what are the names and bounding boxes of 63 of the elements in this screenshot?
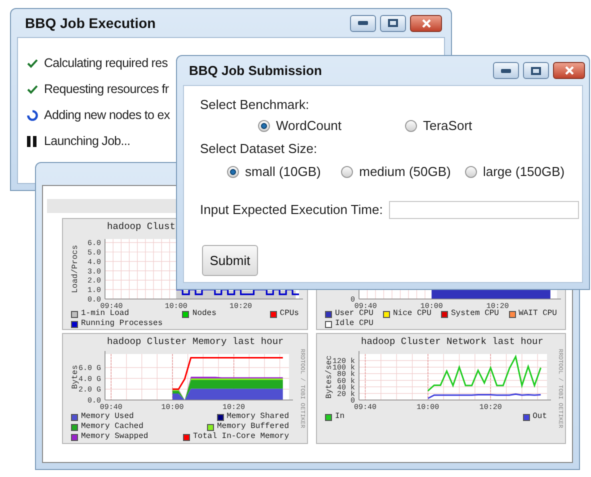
chart-title: hadoop Cluster Network last hour: [360, 336, 544, 348]
maximize-button[interactable]: [380, 14, 406, 32]
option-label: large (150GB): [482, 163, 565, 182]
maximize-icon: [531, 66, 541, 74]
axis-title: Bytes: [71, 365, 80, 389]
legend-label: Nice CPU: [392, 309, 432, 319]
option-label: small (10GB): [245, 163, 321, 182]
radio-button[interactable]: [227, 166, 239, 178]
minimize-button[interactable]: [350, 14, 376, 32]
maximize-icon: [388, 19, 398, 27]
check-icon: [27, 58, 38, 68]
legend-label: Total In-Core Memory: [192, 432, 289, 442]
legend-label: Nodes: [192, 309, 216, 319]
legend-label: Out: [532, 412, 547, 422]
pause-icon: [27, 136, 37, 146]
minimize-button[interactable]: [493, 62, 519, 79]
chart-title: hadoop Cluster Memory last hour: [106, 336, 285, 348]
legend-label: System CPU: [450, 309, 499, 319]
window-title: BBQ Job Submission: [189, 62, 322, 80]
legend-label: Memory Cached: [81, 422, 144, 432]
radio-button[interactable]: [258, 120, 270, 132]
legend-label: WAIT CPU: [518, 309, 557, 319]
radio-button[interactable]: [341, 166, 354, 178]
check-icon: [27, 84, 38, 94]
y-axis: [358, 350, 360, 400]
maximize-button[interactable]: [523, 62, 549, 79]
radio-button[interactable]: [464, 166, 477, 178]
option-label: TeraSort: [423, 117, 472, 136]
legend-label: Memory Buffered: [216, 422, 289, 432]
legend-label: Idle CPU: [335, 319, 374, 329]
axis-title: Load/Procs: [71, 245, 80, 293]
close-button[interactable]: [553, 62, 585, 79]
legend-label: Memory Shared: [226, 412, 289, 422]
step-text: Launching Job...: [44, 132, 130, 150]
legend-label: Memory Used: [81, 412, 134, 422]
legend-label: Memory Swapped: [81, 432, 148, 442]
field-label: Select Benchmark:: [199, 97, 310, 113]
field-label: Input Expected Execution Time:: [200, 201, 383, 220]
field-label: Select Dataset Size:: [199, 141, 318, 157]
option-label: medium (50GB): [359, 163, 451, 182]
legend-label: 1-min Load: [81, 309, 130, 319]
step-text: Adding new nodes to ex: [44, 106, 170, 124]
legend-label: CPUs: [280, 309, 299, 319]
option-label: WordCount: [276, 117, 342, 136]
y-axis: [104, 350, 106, 400]
close-button[interactable]: [410, 14, 442, 32]
legend-label: In: [335, 412, 345, 422]
spinner-icon: [27, 110, 38, 120]
step-text: Requesting resources fr: [44, 80, 169, 98]
chart-title: hadoop Clust: [106, 221, 176, 233]
minimize-icon: [501, 68, 511, 72]
minimize-icon: [358, 21, 368, 25]
submit-button[interactable]: Submit: [202, 245, 258, 276]
step-text: Calculating required res: [44, 54, 168, 72]
window-title: BBQ Job Execution: [25, 14, 156, 33]
time-input[interactable]: [388, 201, 579, 219]
legend-label: User CPU: [335, 309, 374, 319]
legend-label: Running Processes: [81, 319, 163, 329]
close-icon: [564, 66, 574, 75]
radio-button[interactable]: [405, 120, 417, 132]
y-axis: [104, 238, 106, 300]
close-icon: [422, 18, 430, 28]
axis-title: Bytes/sec: [325, 355, 334, 399]
